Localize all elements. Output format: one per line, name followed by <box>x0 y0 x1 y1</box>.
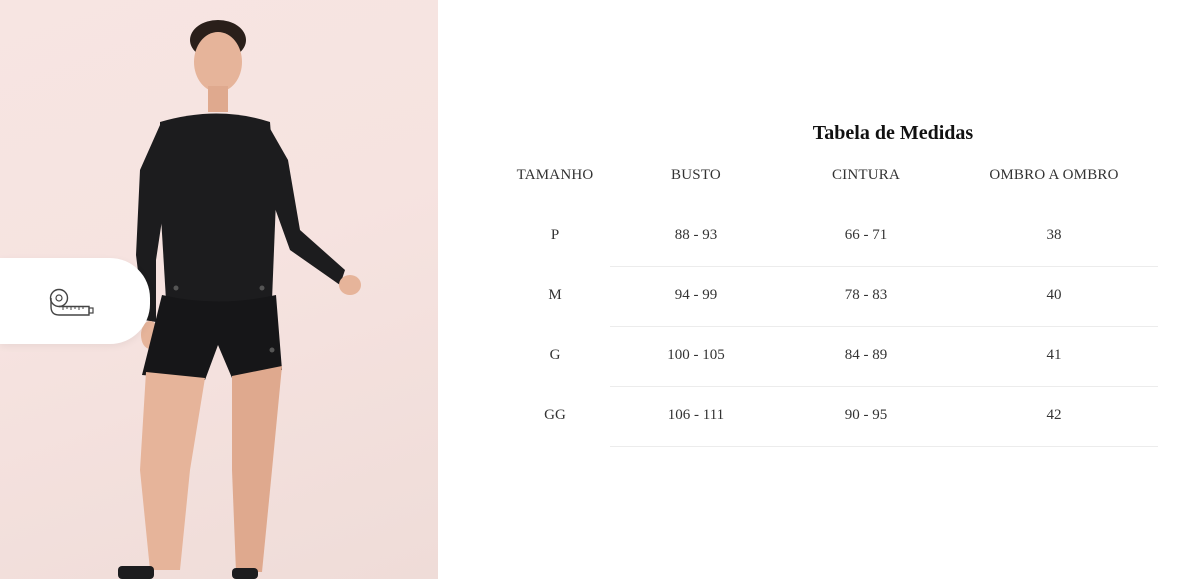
cell-size: P <box>550 227 560 243</box>
row-divider <box>610 266 1158 267</box>
row-divider <box>610 386 1158 387</box>
header-size: TAMANHO <box>516 167 594 183</box>
row-divider <box>610 326 1158 327</box>
cell-waist: 90 - 95 <box>844 407 888 423</box>
cell-bust: 94 - 99 <box>674 287 718 303</box>
size-table: TAMANHO BUSTO CINTURA OMBRO A OMBRO P 88… <box>0 0 1200 579</box>
cell-waist: 78 - 83 <box>844 287 888 303</box>
cell-bust: 106 - 111 <box>667 407 725 423</box>
cell-size: GG <box>544 407 566 423</box>
header-bust: BUSTO <box>671 167 721 183</box>
cell-bust: 100 - 105 <box>667 347 725 363</box>
cell-waist: 84 - 89 <box>844 347 888 363</box>
cell-shoulder: 38 <box>1046 227 1062 243</box>
cell-bust: 88 - 93 <box>674 227 718 243</box>
row-divider <box>610 446 1158 447</box>
cell-size: M <box>548 287 562 303</box>
header-waist: CINTURA <box>831 167 901 183</box>
cell-size: G <box>549 347 561 363</box>
cell-shoulder: 41 <box>1046 347 1062 363</box>
cell-shoulder: 42 <box>1046 407 1062 423</box>
header-shoulder: OMBRO A OMBRO <box>989 167 1119 183</box>
cell-shoulder: 40 <box>1046 287 1062 303</box>
cell-waist: 66 - 71 <box>844 227 888 243</box>
